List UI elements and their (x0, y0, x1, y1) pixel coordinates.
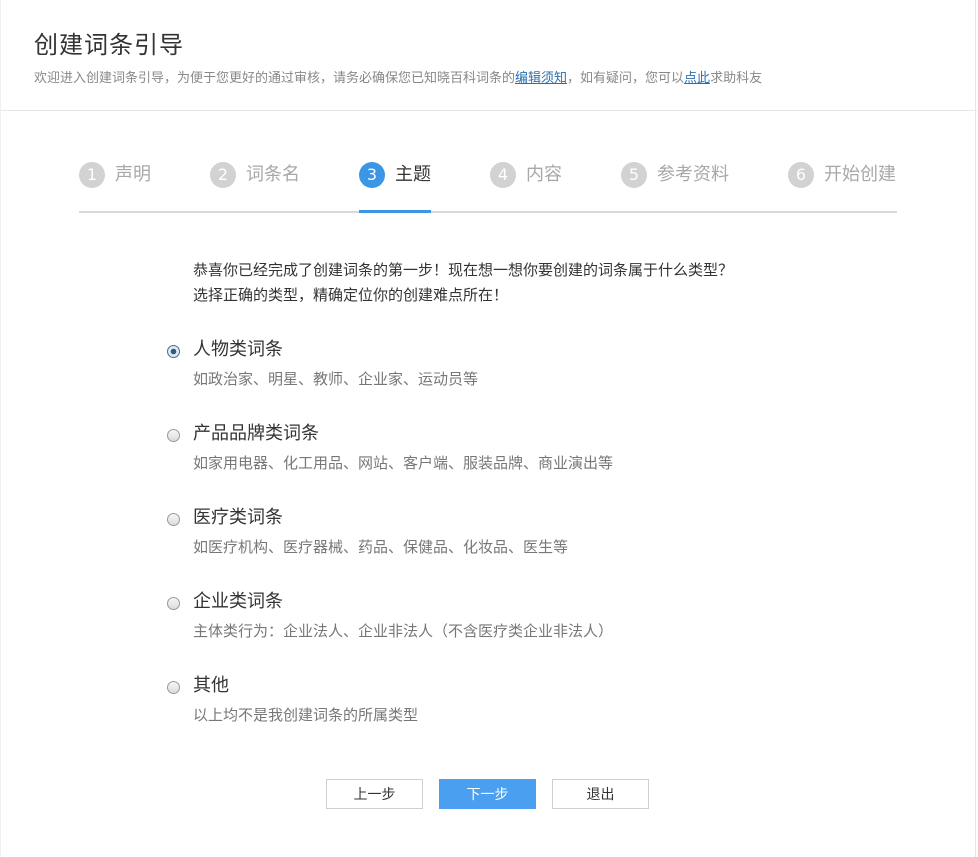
option-product-brand[interactable]: 产品品牌类词条 如家用电器、化工用品、网站、客户端、服装品牌、商业演出等 (167, 422, 767, 482)
step-label: 词条名 (246, 164, 300, 185)
option-description: 以上均不是我创建词条的所属类型 (193, 706, 419, 724)
option-title[interactable]: 医疗类词条 (193, 506, 283, 530)
option-medical[interactable]: 医疗类词条 如医疗机构、医疗器械、药品、保健品、化妆品、医生等 (167, 506, 767, 566)
subtitle-text: 求助科友 (710, 71, 763, 86)
step-content[interactable]: 4 内容 (490, 160, 562, 210)
step-label: 参考资料 (657, 164, 729, 185)
option-description: 如政治家、明星、教师、企业家、运动员等 (193, 370, 479, 388)
step-number-badge: 5 (621, 162, 647, 188)
step-number-badge: 2 (210, 162, 236, 188)
intro-text: 恭喜你已经完成了创建词条的第一步！现在想一想你要创建的词条属于什么类型？ 选择正… (193, 258, 733, 308)
option-description: 主体类行为：企业法人、企业非法人（不含医疗类企业非法人） (193, 622, 614, 640)
subtitle-text: ，如有疑问，您可以 (567, 71, 685, 86)
page-header: 创建词条引导 欢迎进入创建词条引导，为便于您更好的通过审核，请务必确保您已知晓百… (1, 0, 977, 111)
subtitle-text: 欢迎进入创建词条引导，为便于您更好的通过审核，请务必确保您已知晓百科词条的 (34, 71, 516, 86)
option-person[interactable]: 人物类词条 如政治家、明星、教师、企业家、运动员等 (167, 338, 767, 398)
step-number-badge: 4 (490, 162, 516, 188)
step-number-badge: 3 (359, 162, 385, 188)
option-enterprise[interactable]: 企业类词条 主体类行为：企业法人、企业非法人（不含医疗类企业非法人） (167, 590, 767, 650)
page-frame: 创建词条引导 欢迎进入创建词条引导，为便于您更好的通过审核，请务必确保您已知晓百… (0, 0, 977, 857)
option-description: 如医疗机构、医疗器械、药品、保健品、化妆品、医生等 (193, 538, 569, 556)
step-topic[interactable]: 3 主题 (359, 160, 431, 213)
option-title[interactable]: 产品品牌类词条 (193, 422, 319, 446)
intro-line: 恭喜你已经完成了创建词条的第一步！现在想一想你要创建的词条属于什么类型？ (193, 261, 734, 279)
step-start-creating[interactable]: 6 开始创建 (788, 160, 896, 210)
step-label: 主题 (395, 164, 431, 185)
next-step-button[interactable]: 下一步 (439, 779, 536, 809)
page-title: 创建词条引导 (34, 31, 184, 59)
radio-button[interactable] (167, 345, 180, 358)
intro-line: 选择正确的类型，精确定位你的创建难点所在！ (193, 286, 509, 304)
editing-guidelines-link[interactable]: 编辑须知 (515, 71, 567, 86)
step-label: 声明 (115, 164, 151, 185)
step-number-badge: 6 (788, 162, 814, 188)
step-label: 内容 (526, 164, 562, 185)
step-entry-name[interactable]: 2 词条名 (210, 160, 300, 210)
step-label: 开始创建 (824, 164, 896, 185)
step-statement[interactable]: 1 声明 (79, 160, 151, 210)
option-title[interactable]: 人物类词条 (193, 338, 283, 362)
exit-button[interactable]: 退出 (552, 779, 649, 809)
page-subtitle: 欢迎进入创建词条引导，为便于您更好的通过审核，请务必确保您已知晓百科词条的编辑须… (34, 67, 762, 86)
option-title[interactable]: 企业类词条 (193, 590, 283, 614)
radio-button[interactable] (167, 597, 180, 610)
option-other[interactable]: 其他 以上均不是我创建词条的所属类型 (167, 674, 767, 734)
step-references[interactable]: 5 参考资料 (621, 160, 729, 210)
step-progress-bar: 1 声明 2 词条名 3 主题 4 内容 5 参考资料 6 开始创建 (79, 160, 897, 213)
previous-step-button[interactable]: 上一步 (326, 779, 423, 809)
radio-button[interactable] (167, 429, 180, 442)
step-number-badge: 1 (79, 162, 105, 188)
radio-button[interactable] (167, 513, 180, 526)
option-title[interactable]: 其他 (193, 674, 229, 698)
radio-button[interactable] (167, 681, 180, 694)
option-description: 如家用电器、化工用品、网站、客户端、服装品牌、商业演出等 (193, 454, 614, 472)
help-link[interactable]: 点此 (684, 71, 710, 86)
